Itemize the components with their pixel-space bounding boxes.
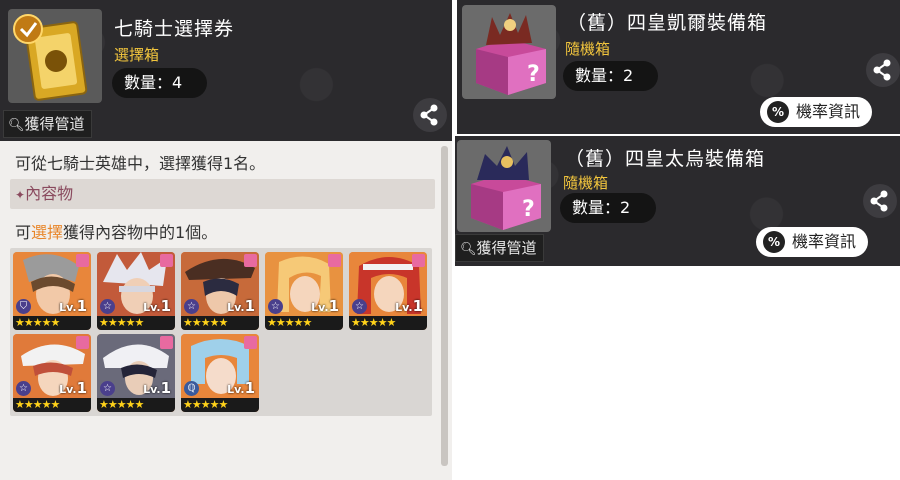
select-suffix: 獲得內容物中的1個。 <box>63 223 218 242</box>
select-highlight: 選擇 <box>31 223 64 242</box>
box2-acquire-source-button[interactable]: 🔍︎獲得管道 <box>455 234 544 262</box>
hero-tag-icon <box>244 254 257 267</box>
hero-grid: ⛉ Lv.1 ★★★★★ ☆ Lv.1 ★★★★★ ☆ Lv.1 ★★★★★ ☆… <box>10 248 432 416</box>
hero-tag-icon <box>160 254 173 267</box>
hero-card[interactable]: ☆ Lv.1 ★★★★★ <box>13 334 91 412</box>
box1-probability-label: 機率資訊 <box>796 102 861 121</box>
acquire-source-label: 獲得管道 <box>24 115 85 133</box>
percent-icon: % <box>767 101 789 123</box>
hero-level: Lv.1 <box>59 379 87 397</box>
hero-stars: ★★★★★ <box>97 316 175 330</box>
equipment-box-panel-1: ? （舊）四皇凱爾裝備箱 隨機箱 數量：2 % 機率資訊 <box>457 0 900 134</box>
star-icon: ☆ <box>268 299 283 314</box>
share-icon <box>420 104 438 126</box>
magic-icon: ℚ <box>184 381 199 396</box>
hero-level: Lv.1 <box>143 379 171 397</box>
search-icon: 🔍︎ <box>8 118 25 133</box>
hero-stars: ★★★★★ <box>13 398 91 412</box>
star-icon: ☆ <box>100 299 115 314</box>
hero-card[interactable]: ☆ Lv.1 ★★★★★ <box>181 252 259 330</box>
ticket-card-icon <box>13 14 88 101</box>
ticket-info-panel: 可從七騎士英雄中，選擇獲得1名。 ✦內容物 可選擇獲得內容物中的1個。 ⛉ Lv… <box>0 141 452 480</box>
hero-level: Lv.1 <box>227 297 255 315</box>
svg-text:?: ? <box>527 62 540 87</box>
gift-box-icon: ? <box>471 146 541 230</box>
hero-tag-icon <box>412 254 425 267</box>
hero-stars: ★★★★★ <box>265 316 343 330</box>
star-icon: ☆ <box>16 381 31 396</box>
box2-thumbnail: ? <box>457 140 551 232</box>
share-icon <box>873 59 891 81</box>
selection-ticket-panel: 七騎士選擇券 選擇箱 數量：4 🔍︎獲得管道 <box>0 0 452 141</box>
shield-icon: ⛉ <box>16 299 31 314</box>
box2-title: （舊）四皇太烏裝備箱 <box>565 148 766 170</box>
box2-probability-button[interactable]: % 機率資訊 <box>756 227 869 257</box>
hero-level: Lv.1 <box>143 297 171 315</box>
hero-card[interactable]: ☆ Lv.1 ★★★★★ <box>97 334 175 412</box>
hero-level: Lv.1 <box>227 379 255 397</box>
box2-acquire-source-label: 獲得管道 <box>476 239 537 257</box>
hero-stars: ★★★★★ <box>349 316 427 330</box>
select-prefix: 可 <box>15 223 32 242</box>
hero-level: Lv.1 <box>395 297 423 315</box>
box1-share-button[interactable] <box>866 53 900 87</box>
acquire-source-button[interactable]: 🔍︎獲得管道 <box>3 110 92 138</box>
hero-stars: ★★★★★ <box>13 316 91 330</box>
hero-tag-icon <box>328 254 341 267</box>
diamond-icon: ✦ <box>15 188 26 202</box>
ticket-description: 可從七騎士英雄中，選擇獲得1名。 <box>15 154 266 173</box>
star-icon: ☆ <box>184 299 199 314</box>
hero-card[interactable]: ⛉ Lv.1 ★★★★★ <box>13 252 91 330</box>
hero-level: Lv.1 <box>59 297 87 315</box>
box1-type: 隨機箱 <box>565 40 611 58</box>
gift-box-icon: ? <box>476 13 546 95</box>
hero-card[interactable]: ☆ Lv.1 ★★★★★ <box>265 252 343 330</box>
ticket-thumbnail <box>8 9 102 103</box>
hero-stars: ★★★★★ <box>181 316 259 330</box>
percent-icon: % <box>763 231 785 253</box>
box2-quantity: 數量：2 <box>560 193 656 223</box>
hero-tag-icon <box>76 336 89 349</box>
hero-card[interactable]: ℚ Lv.1 ★★★★★ <box>181 334 259 412</box>
share-button[interactable] <box>413 98 447 132</box>
contents-section-header: ✦內容物 <box>10 179 435 209</box>
ticket-type: 選擇箱 <box>114 46 160 64</box>
hero-level: Lv.1 <box>311 297 339 315</box>
hero-tag-icon <box>244 336 257 349</box>
box2-type: 隨機箱 <box>563 174 609 192</box>
box2-share-button[interactable] <box>863 184 897 218</box>
box1-quantity: 數量：2 <box>563 61 658 91</box>
svg-text:?: ? <box>522 197 535 222</box>
star-icon: ☆ <box>100 381 115 396</box>
hero-card[interactable]: ☆ Lv.1 ★★★★★ <box>97 252 175 330</box>
hero-tag-icon <box>76 254 89 267</box>
star-icon: ☆ <box>352 299 367 314</box>
hero-tag-icon <box>160 336 173 349</box>
box1-probability-button[interactable]: % 機率資訊 <box>760 97 873 127</box>
hero-stars: ★★★★★ <box>97 398 175 412</box>
hero-card[interactable]: ☆ Lv.1 ★★★★★ <box>349 252 427 330</box>
box1-thumbnail: ? <box>462 5 556 99</box>
share-icon <box>870 190 888 212</box>
contents-section-title: 內容物 <box>25 184 74 203</box>
ticket-title: 七騎士選擇券 <box>114 18 235 40</box>
select-instruction: 可選擇獲得內容物中的1個。 <box>15 219 217 243</box>
ticket-quantity: 數量：4 <box>112 68 207 98</box>
box2-probability-label: 機率資訊 <box>792 232 857 251</box>
info-scrollbar[interactable] <box>441 146 448 466</box>
search-icon: 🔍︎ <box>460 242 477 257</box>
box1-title: （舊）四皇凱爾裝備箱 <box>567 12 768 34</box>
hero-stars: ★★★★★ <box>181 398 259 412</box>
equipment-box-panel-2: ? （舊）四皇太烏裝備箱 隨機箱 數量：2 🔍︎獲得管道 % 機率資訊 <box>455 136 900 266</box>
